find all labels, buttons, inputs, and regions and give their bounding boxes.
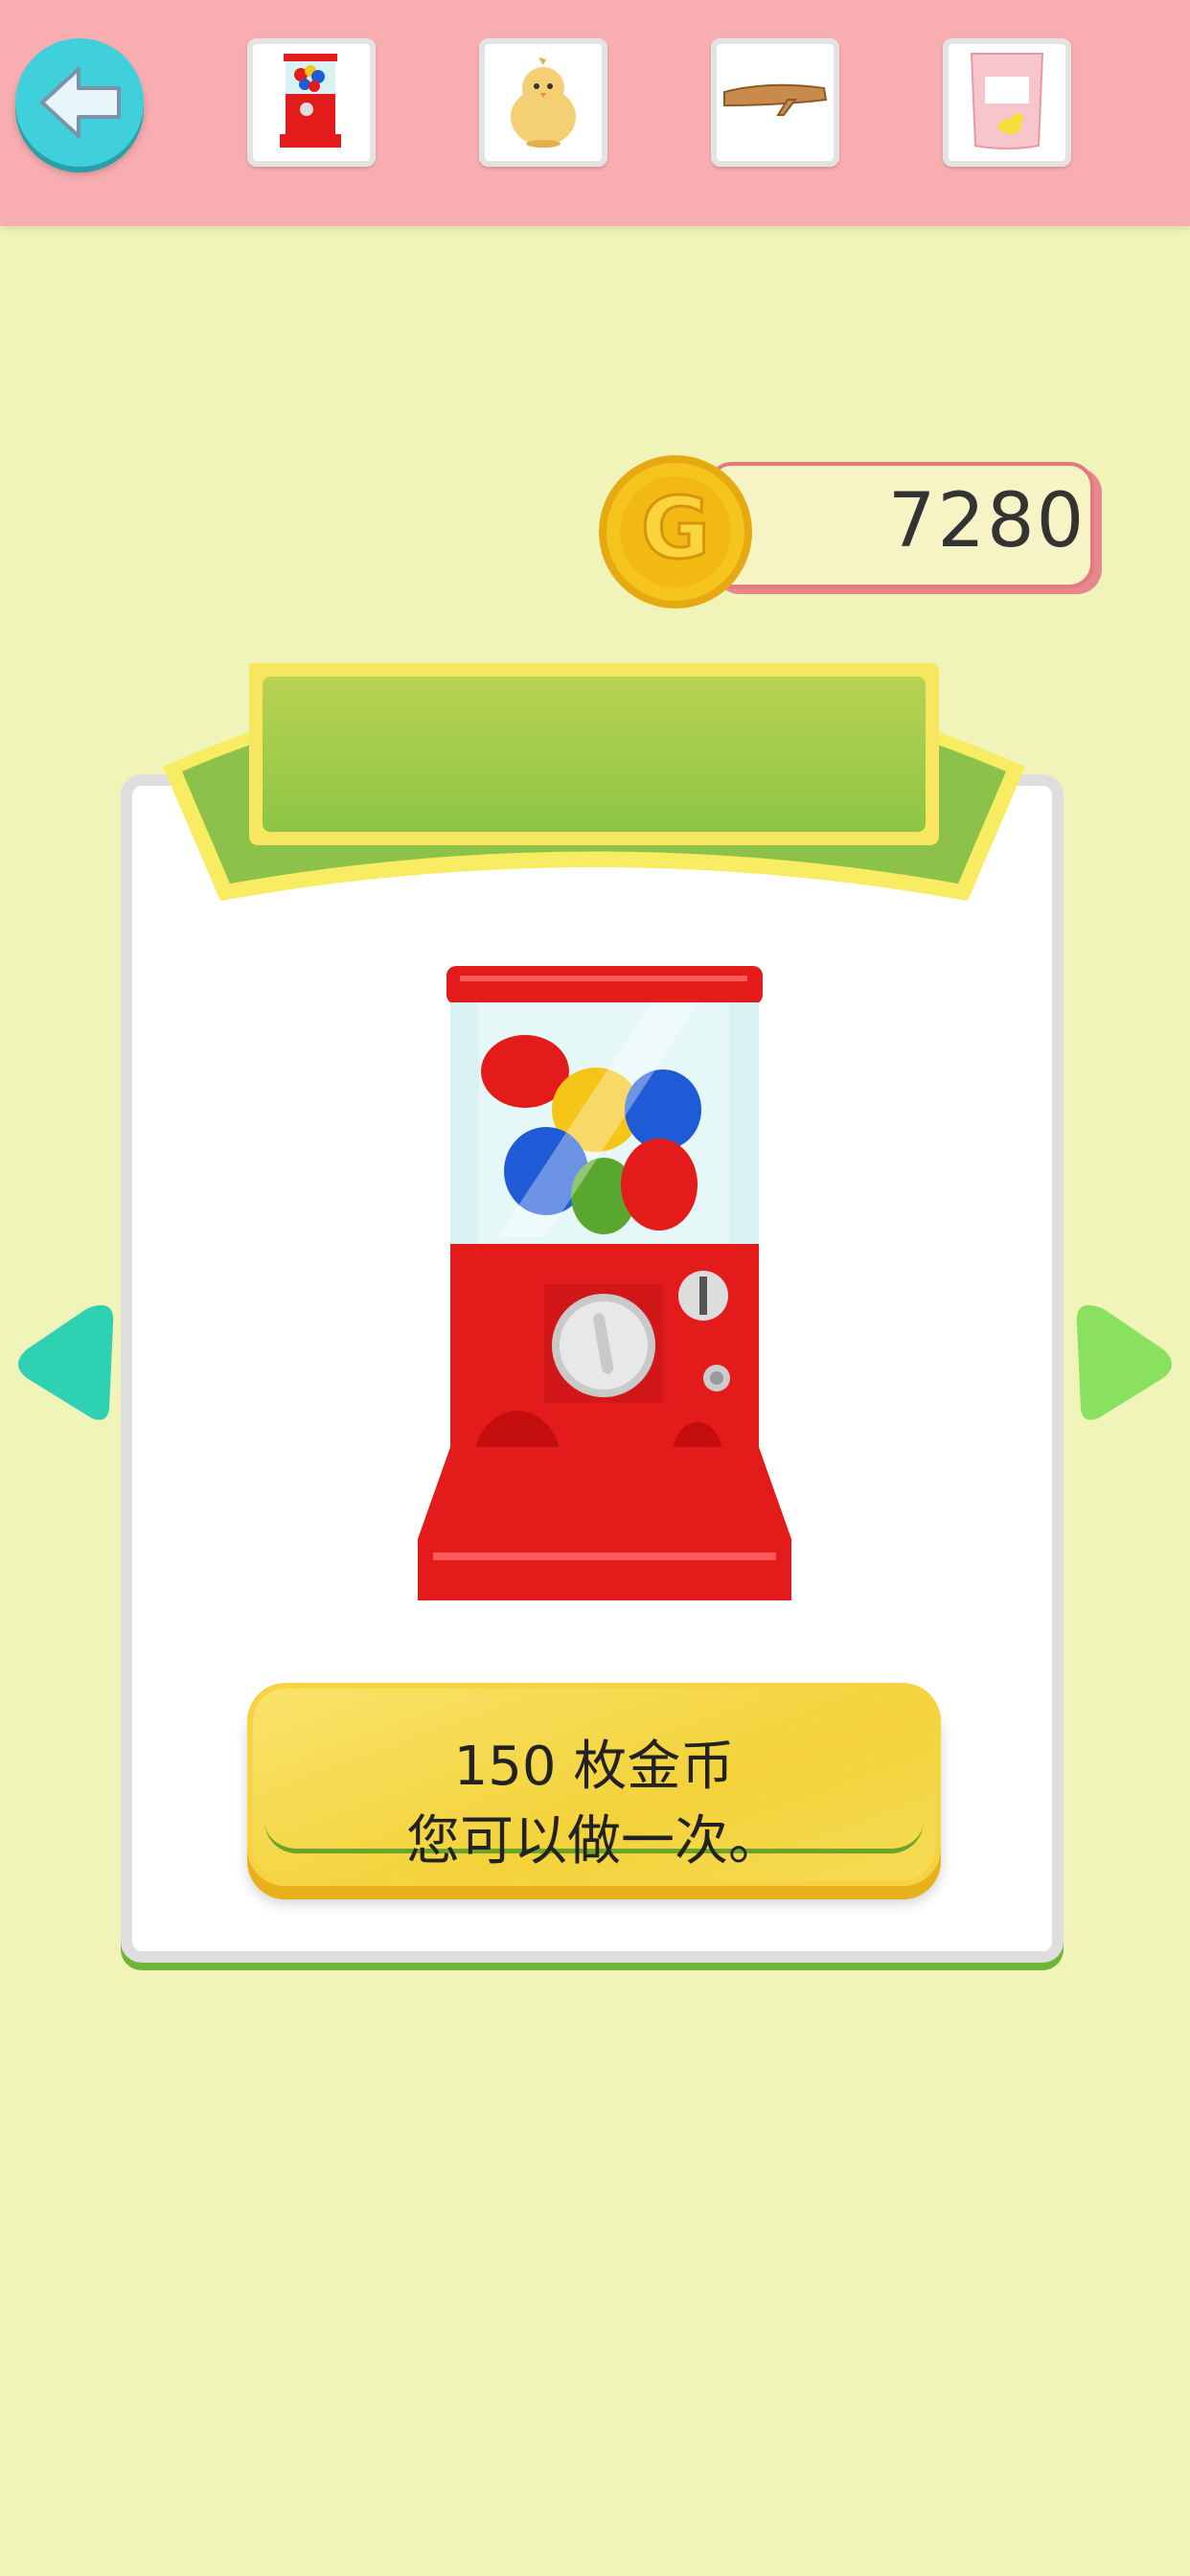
- coin-value: 7280: [887, 478, 1087, 564]
- back-arrow-icon: [40, 67, 121, 138]
- branch-icon: [723, 83, 828, 116]
- buy-button-face: 150 枚金币 您可以做一次。: [264, 1696, 924, 1873]
- bird-food-bag-icon: [970, 53, 1044, 150]
- gold-coin-icon: G: [594, 450, 757, 613]
- coin-letter: G: [641, 479, 710, 578]
- buy-button[interactable]: 150 枚金币 您可以做一次。: [247, 1683, 941, 1886]
- gacha-machine-icon: [280, 54, 341, 148]
- coin-counter: 7280 G: [594, 450, 1102, 613]
- buy-desc-text: 您可以做一次。: [406, 1810, 782, 1873]
- branch-item[interactable]: [711, 38, 839, 167]
- previous-arrow-button[interactable]: [10, 1296, 115, 1430]
- top-bar: [0, 0, 1190, 226]
- back-button[interactable]: [15, 38, 144, 167]
- gacha-machine-image: [418, 966, 791, 1600]
- buy-price-text: 150 枚金币: [453, 1736, 735, 1798]
- title-banner: [163, 663, 1025, 901]
- chick-item[interactable]: [479, 38, 607, 167]
- next-arrow-button[interactable]: [1075, 1296, 1180, 1430]
- bird-food-item[interactable]: [943, 38, 1071, 167]
- gacha-machine-item[interactable]: [247, 38, 376, 167]
- chick-icon: [511, 58, 576, 148]
